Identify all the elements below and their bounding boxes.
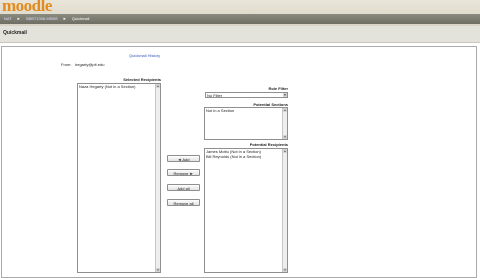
breadcrumb-current: Quickmail xyxy=(71,16,90,21)
breadcrumb: NAT ► SBBT1306.MSBS ► Quickmail xyxy=(0,14,480,24)
add-all-button[interactable]: Add all xyxy=(167,184,200,191)
top-header: moodle NAT ► SBBT1306.MSBS ► Quickmail xyxy=(0,0,480,26)
from-value: hegarty@pit.edu xyxy=(75,62,105,67)
remove-all-button[interactable]: Remove all xyxy=(167,199,200,206)
scroll-down-icon[interactable]: ▼ xyxy=(283,268,287,272)
selected-recipients-list[interactable]: Naza Hegarty (Not in a Section) ▲ ▼ xyxy=(77,83,161,273)
chevron-down-icon[interactable]: ▼ xyxy=(283,93,287,97)
page-header-bar: Quickmail xyxy=(0,26,480,43)
potential-section-item[interactable]: Not in a Section xyxy=(205,108,287,113)
remove-button[interactable]: Remove ► xyxy=(167,169,200,176)
breadcrumb-separator-1: ► xyxy=(16,16,21,21)
breadcrumb-separator-2: ► xyxy=(62,16,67,21)
page-title: Quickmail xyxy=(3,30,27,36)
role-filter-select[interactable]: No Filter ▼ xyxy=(205,92,288,98)
add-button[interactable]: ◄ Add xyxy=(167,155,200,162)
selected-recipients-heading: Selected Recipients xyxy=(123,77,161,82)
selected-recipient-item[interactable]: Naza Hegarty (Not in a Section) xyxy=(78,84,160,89)
from-label: From: xyxy=(61,62,72,67)
potential-recipients-list[interactable]: James Mottu (Not in a Section) Bill Reyn… xyxy=(204,148,288,273)
quickmail-history-link[interactable]: Quickmail History xyxy=(129,53,160,58)
potential-sections-list[interactable]: Not in a Section ▲ ▼ xyxy=(204,107,288,140)
scroll-down-icon[interactable]: ▼ xyxy=(283,135,287,139)
scroll-down-icon[interactable]: ▼ xyxy=(156,268,160,272)
scroll-up-icon[interactable]: ▲ xyxy=(156,84,160,88)
role-filter-value: No Filter xyxy=(207,93,223,98)
selected-recipients-scrollbar[interactable]: ▲ ▼ xyxy=(155,84,160,272)
potential-recipients-scrollbar[interactable]: ▲ ▼ xyxy=(282,149,287,272)
scroll-up-icon[interactable]: ▲ xyxy=(283,108,287,112)
potential-recipients-heading: Potential Recipients xyxy=(249,142,288,147)
breadcrumb-home[interactable]: NAT xyxy=(4,16,12,21)
potential-recipient-item[interactable]: Bill Reynolds (Not in a Section) xyxy=(205,154,287,159)
role-filter-heading: Role Filter xyxy=(268,86,288,91)
scroll-up-icon[interactable]: ▲ xyxy=(283,149,287,153)
potential-sections-scrollbar[interactable]: ▲ ▼ xyxy=(282,108,287,139)
breadcrumb-course[interactable]: SBBT1306.MSBS xyxy=(26,16,58,21)
